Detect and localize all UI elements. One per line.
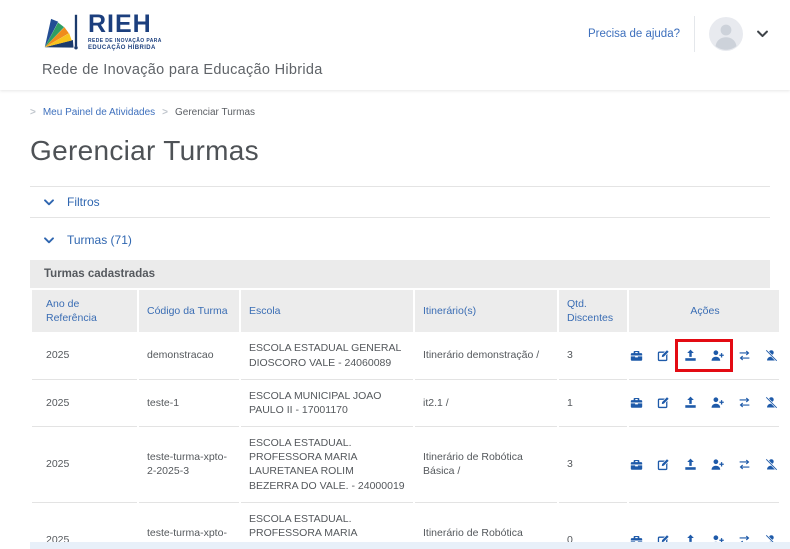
breadcrumb-chevron-icon: >	[30, 107, 36, 118]
table-header-row: Ano de Referência Código da Turma Escola…	[32, 290, 779, 332]
cell-acoes	[629, 427, 779, 503]
help-link[interactable]: Precisa de ajuda?	[588, 28, 680, 40]
upload-icon[interactable]	[684, 458, 697, 471]
user-menu-chevron-down-icon[interactable]	[757, 30, 768, 38]
table-caption: Turmas cadastradas	[30, 260, 770, 288]
cell-itinerario: Itinerário demonstração /	[415, 332, 557, 379]
cell-ano: 2025	[32, 380, 137, 427]
cell-qtd-discentes: 3	[559, 332, 627, 379]
main-content: > Meu Painel de Atividades > Gerenciar T…	[0, 107, 790, 549]
exchange-icon[interactable]	[738, 458, 751, 471]
filters-label: Filtros	[67, 195, 100, 209]
cell-ano: 2025	[32, 332, 137, 379]
cell-escola: ESCOLA ESTADUAL. PROFESSORA MARIA LAURET…	[241, 427, 413, 503]
bottom-strip	[30, 542, 790, 549]
col-header-ano: Ano de Referência	[32, 290, 137, 332]
col-header-qtd: Qtd. Discentes	[559, 290, 627, 332]
breadcrumb-chevron-icon: >	[162, 107, 168, 118]
col-header-acoes: Ações	[629, 290, 779, 332]
page-title: Gerenciar Turmas	[30, 135, 770, 167]
highlight-red-box	[675, 339, 733, 372]
breadcrumb-link-painel[interactable]: Meu Painel de Atividades	[43, 107, 155, 118]
table-row: 2025 teste-turma-xpto-2-2025-3 ESCOLA ES…	[32, 427, 779, 503]
cell-qtd-discentes: 1	[559, 380, 627, 427]
upload-icon[interactable]	[684, 349, 697, 362]
user-avatar[interactable]	[709, 17, 743, 51]
cell-acoes	[629, 380, 779, 427]
exchange-icon[interactable]	[738, 396, 751, 409]
site-subtitle: Rede de Inovação para Educação Hibrida	[42, 62, 323, 78]
col-header-itinerario: Itinerário(s)	[415, 290, 557, 332]
app-header: RIEH REDE DE INOVAÇÃO PARA EDUCAÇÃO HÍBR…	[0, 0, 790, 90]
header-right-cluster: Precisa de ajuda?	[588, 16, 768, 52]
turmas-accordion[interactable]: Turmas (71)	[30, 225, 770, 255]
user-plus-icon[interactable]	[711, 349, 724, 362]
cell-codigo: teste-turma-xpto-2-2025-3	[139, 427, 239, 503]
rieh-logo-text: RIEH REDE DE INOVAÇÃO PARA EDUCAÇÃO HÍBR…	[88, 10, 162, 51]
cell-codigo: teste-1	[139, 380, 239, 427]
edit-icon[interactable]	[657, 458, 670, 471]
briefcase-icon[interactable]	[630, 396, 643, 409]
cell-ano: 2025	[32, 427, 137, 503]
upload-icon[interactable]	[684, 396, 697, 409]
user-slash-icon[interactable]	[765, 396, 778, 409]
cell-acoes	[629, 332, 779, 379]
col-header-escola: Escola	[241, 290, 413, 332]
logo-acronym: RIEH	[88, 12, 162, 37]
cell-escola: ESCOLA MUNICIPAL JOAO PAULO II - 1700117…	[241, 380, 413, 427]
logo-tagline-2: EDUCAÇÃO HÍBRIDA	[88, 45, 162, 51]
breadcrumb-current: Gerenciar Turmas	[175, 107, 255, 118]
turmas-table: Ano de Referência Código da Turma Escola…	[30, 290, 781, 549]
cell-codigo: demonstracao	[139, 332, 239, 379]
edit-icon[interactable]	[657, 396, 670, 409]
cell-itinerario: it2.1 /	[415, 380, 557, 427]
user-slash-icon[interactable]	[765, 349, 778, 362]
table-row: 2025 demonstracao ESCOLA ESTADUAL GENERA…	[32, 332, 779, 379]
briefcase-icon[interactable]	[630, 458, 643, 471]
header-divider	[694, 16, 695, 52]
table-row: 2025 teste-1 ESCOLA MUNICIPAL JOAO PAULO…	[32, 380, 779, 427]
cell-itinerario: Itinerário de Robótica Básica /	[415, 427, 557, 503]
user-plus-icon[interactable]	[711, 458, 724, 471]
rieh-logo[interactable]: RIEH REDE DE INOVAÇÃO PARA EDUCAÇÃO HÍBR…	[38, 10, 162, 57]
col-header-codigo: Código da Turma	[139, 290, 239, 332]
user-slash-icon[interactable]	[765, 458, 778, 471]
logo-tagline-1: REDE DE INOVAÇÃO PARA	[88, 39, 162, 44]
turmas-label: Turmas (71)	[67, 233, 132, 247]
cell-qtd-discentes: 3	[559, 427, 627, 503]
user-plus-icon[interactable]	[711, 396, 724, 409]
rieh-logo-icon	[38, 10, 84, 57]
filters-accordion[interactable]: Filtros	[30, 186, 770, 218]
briefcase-icon[interactable]	[630, 349, 643, 362]
edit-icon[interactable]	[657, 349, 670, 362]
cell-escola: ESCOLA ESTADUAL GENERAL DIOSCORO VALE - …	[241, 332, 413, 379]
exchange-icon[interactable]	[738, 349, 751, 362]
breadcrumb: > Meu Painel de Atividades > Gerenciar T…	[30, 107, 770, 118]
